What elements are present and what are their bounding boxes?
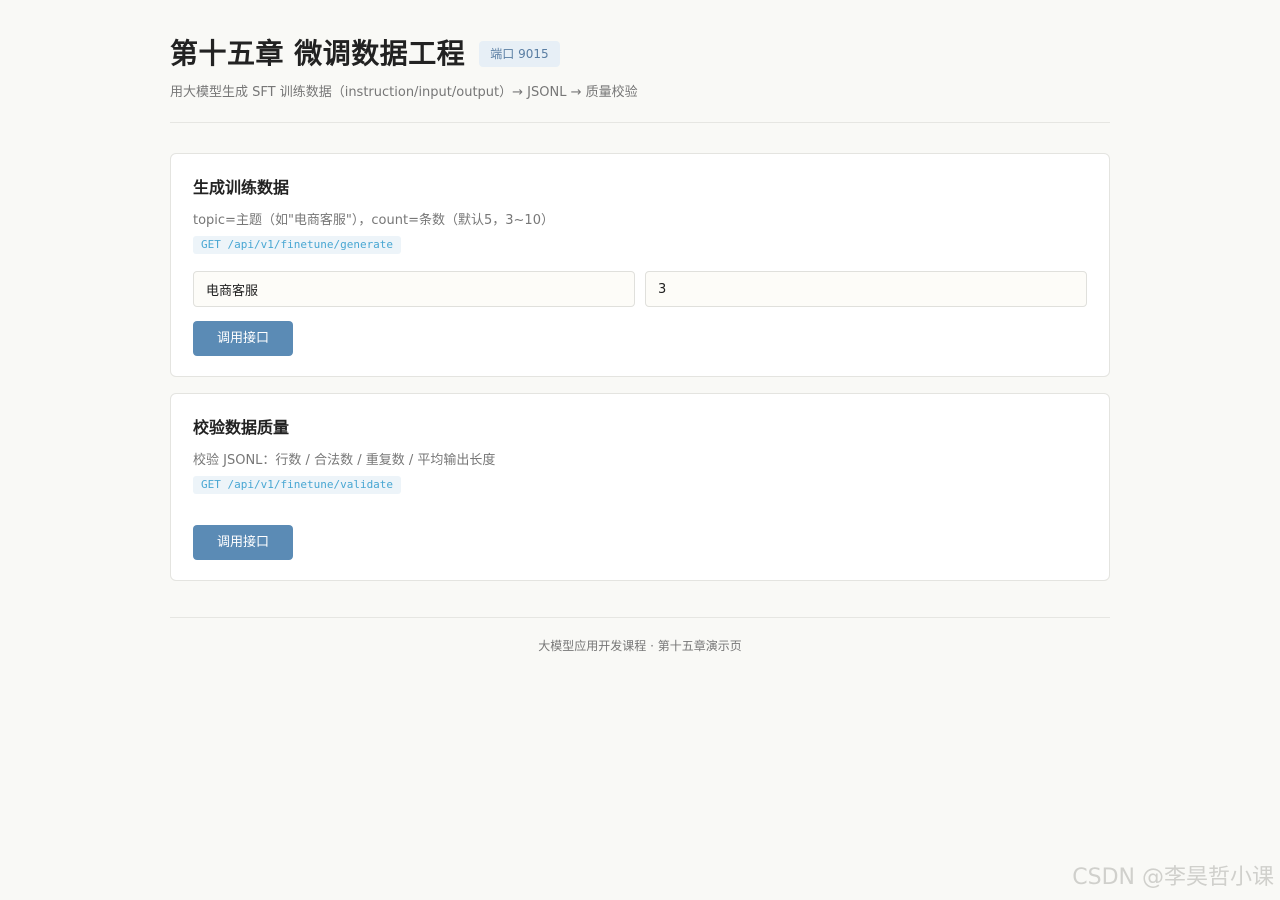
generate-call-button[interactable]: 调用接口 xyxy=(193,321,294,356)
validate-call-button[interactable]: 调用接口 xyxy=(193,525,294,560)
page-title: 第十五章 微调数据工程 xyxy=(170,37,466,70)
main-container: 第十五章 微调数据工程 端口 9015 用大模型生成 SFT 训练数据（inst… xyxy=(170,0,1110,654)
generate-card-title: 生成训练数据 xyxy=(193,178,290,197)
validate-card-title: 校验数据质量 xyxy=(193,418,290,437)
footer-divider xyxy=(170,617,1110,618)
page: 第十五章 微调数据工程 端口 9015 用大模型生成 SFT 训练数据（inst… xyxy=(0,0,1280,900)
footer-text: 大模型应用开发课程 · 第十五章演示页 xyxy=(538,639,742,653)
generate-inputs xyxy=(193,271,1087,307)
generate-card: 生成训练数据 topic=主题（如"电商客服"），count=条数（默认5，3~… xyxy=(170,153,1110,377)
generate-endpoint: GET /api/v1/finetune/generate xyxy=(193,236,402,254)
page-header: 第十五章 微调数据工程 端口 9015 xyxy=(170,36,1110,72)
port-badge: 端口 9015 xyxy=(479,41,560,67)
header-divider xyxy=(170,122,1110,123)
validate-card-description: 校验 JSONL：行数 / 合法数 / 重复数 / 平均输出长度 xyxy=(193,453,496,468)
count-input[interactable] xyxy=(645,271,1087,307)
validate-endpoint: GET /api/v1/finetune/validate xyxy=(193,476,402,494)
validate-card: 校验数据质量 校验 JSONL：行数 / 合法数 / 重复数 / 平均输出长度 … xyxy=(170,393,1110,581)
watermark: CSDN @李昊哲小课 xyxy=(1072,865,1274,890)
generate-card-description: topic=主题（如"电商客服"），count=条数（默认5，3~10） xyxy=(193,213,554,228)
page-subtitle: 用大模型生成 SFT 训练数据（instruction/input/output… xyxy=(170,85,638,100)
topic-input[interactable] xyxy=(193,271,635,307)
